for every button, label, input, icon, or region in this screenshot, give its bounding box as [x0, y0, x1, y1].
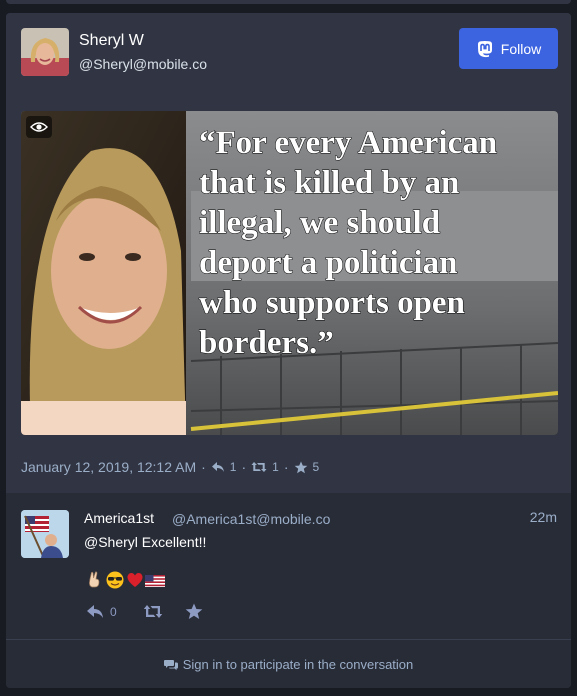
follow-button[interactable]: Follow [459, 28, 558, 69]
smiling-face-sunglasses-icon [105, 571, 125, 589]
svg-text:who supports open: who supports open [199, 285, 465, 321]
red-heart-icon [126, 571, 144, 589]
follow-label: Follow [500, 40, 542, 57]
status-meta: January 12, 2019, 12:12 AM · 1 · 1 · 5 [21, 459, 319, 475]
sign-in-label: Sign in to participate in the conversati… [182, 657, 414, 672]
reply-icon [86, 604, 104, 619]
svg-text:deport a politician: deport a politician [199, 245, 458, 281]
reply-icon [211, 461, 225, 473]
reply-action-bar: 0 [86, 603, 203, 620]
us-flag-icon [145, 571, 165, 589]
avatar[interactable] [21, 510, 69, 558]
account-handle[interactable]: @Sheryl@mobile.co [79, 56, 207, 72]
reply-button[interactable]: 0 [86, 604, 117, 619]
display-name[interactable]: Sheryl W [79, 32, 144, 50]
star-icon [294, 461, 308, 474]
separator: · [241, 459, 247, 475]
reply-account-handle[interactable]: @America1st@mobile.co [172, 511, 330, 527]
boosts-count: 1 [272, 460, 279, 474]
svg-text:“For every American: “For every American [199, 125, 497, 161]
separator: · [201, 459, 206, 475]
avatar[interactable] [21, 28, 69, 76]
svg-text:that is killed by an: that is killed by an [199, 165, 459, 201]
top-bar [6, 0, 571, 4]
reply-replies-count: 0 [110, 604, 117, 619]
mastodon-icon [476, 40, 494, 58]
victory-hand-icon [86, 571, 104, 589]
reply-text: @Sheryl Excellent!! [84, 534, 207, 550]
reply-display-name[interactable]: America1st [84, 510, 154, 526]
detailed-status: Sheryl W @Sheryl@mobile.co Follow “For e… [6, 13, 571, 493]
star-icon [185, 603, 203, 620]
detailed-status-panel: Sheryl W @Sheryl@mobile.co Follow “For e… [6, 13, 571, 688]
reply-emoji-row [86, 571, 165, 589]
retweet-icon [143, 604, 163, 619]
svg-text:illegal, we should: illegal, we should [199, 205, 440, 241]
favourite-button[interactable] [185, 603, 203, 620]
separator: · [283, 459, 289, 475]
sign-in-prompt[interactable]: Sign in to participate in the conversati… [6, 639, 571, 688]
svg-text:borders.”: borders.” [199, 325, 334, 361]
favourites-count: 5 [312, 460, 320, 474]
reply-status[interactable]: America1st @America1st@mobile.co 22m @Sh… [6, 493, 571, 639]
media-image[interactable]: “For every American that is killed by an… [21, 111, 558, 435]
eye-icon[interactable] [26, 116, 52, 138]
replies-count: 1 [229, 460, 237, 474]
comments-icon [163, 659, 178, 671]
retweet-icon [251, 461, 267, 473]
reply-relative-time[interactable]: 22m [530, 509, 557, 525]
status-timestamp[interactable]: January 12, 2019, 12:12 AM [21, 459, 196, 475]
boost-button[interactable] [143, 604, 163, 619]
